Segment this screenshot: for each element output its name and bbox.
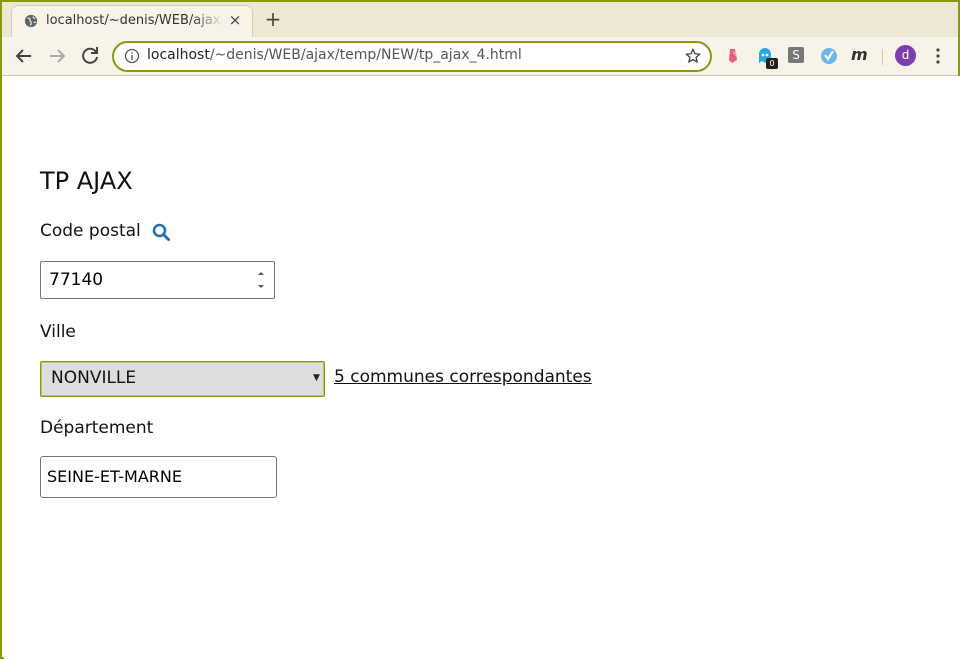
communes-link[interactable]: 5 communes correspondantes bbox=[334, 367, 592, 387]
postal-code-input[interactable] bbox=[40, 261, 275, 299]
browser-window: localhost/~denis/WEB/ajax/temp/NEW/tp_aj… bbox=[0, 0, 960, 659]
back-arrow-icon[interactable] bbox=[12, 44, 36, 68]
tab-strip: localhost/~denis/WEB/ajax/temp/NEW/tp_aj… bbox=[2, 2, 958, 37]
page-content: TP AJAX Code postal Ville NONVILLE ▼ 5 c… bbox=[4, 76, 960, 659]
globe-icon bbox=[24, 14, 38, 28]
s-extension-icon[interactable]: S bbox=[788, 47, 804, 63]
department-field[interactable]: SEINE-ET-MARNE bbox=[40, 456, 277, 498]
search-icon[interactable] bbox=[152, 223, 170, 241]
avatar[interactable]: d bbox=[895, 45, 916, 66]
city-select-value: NONVILLE bbox=[51, 368, 137, 388]
dropdown-arrow-icon: ▼ bbox=[313, 373, 320, 383]
url-path: /~denis/WEB/ajax/temp/NEW/tp_ajax_4.html bbox=[209, 47, 522, 63]
browser-tab[interactable]: localhost/~denis/WEB/ajax/temp/NEW/tp_aj… bbox=[12, 6, 252, 37]
m-extension-icon[interactable]: m bbox=[851, 45, 868, 64]
extension-badge: 0 bbox=[766, 58, 778, 69]
department-label: Département bbox=[40, 418, 154, 438]
page-title: TP AJAX bbox=[40, 167, 133, 195]
forward-arrow-icon[interactable] bbox=[45, 44, 69, 68]
pink-extension-icon[interactable] bbox=[723, 46, 743, 66]
address-bar[interactable]: localhost/~denis/WEB/ajax/temp/NEW/tp_aj… bbox=[112, 41, 712, 72]
info-icon[interactable] bbox=[124, 48, 140, 64]
number-spinner-icon[interactable] bbox=[254, 266, 268, 294]
close-tab-icon[interactable]: × bbox=[226, 11, 244, 29]
postal-code-label: Code postal bbox=[40, 221, 141, 241]
check-extension-icon[interactable] bbox=[819, 46, 839, 66]
reload-icon[interactable] bbox=[78, 44, 102, 68]
url-host: localhost bbox=[147, 47, 210, 63]
url-text: localhost/~denis/WEB/ajax/temp/NEW/tp_aj… bbox=[147, 47, 522, 63]
kebab-menu-icon[interactable] bbox=[930, 46, 946, 66]
bookmark-star-icon[interactable] bbox=[684, 47, 702, 65]
city-label: Ville bbox=[40, 322, 76, 342]
tab-title-fade bbox=[192, 10, 224, 32]
new-tab-button[interactable]: + bbox=[263, 9, 283, 29]
toolbar-separator bbox=[882, 49, 883, 65]
browser-toolbar: localhost/~denis/WEB/ajax/temp/NEW/tp_aj… bbox=[2, 37, 958, 76]
city-select[interactable]: NONVILLE ▼ bbox=[40, 361, 325, 397]
